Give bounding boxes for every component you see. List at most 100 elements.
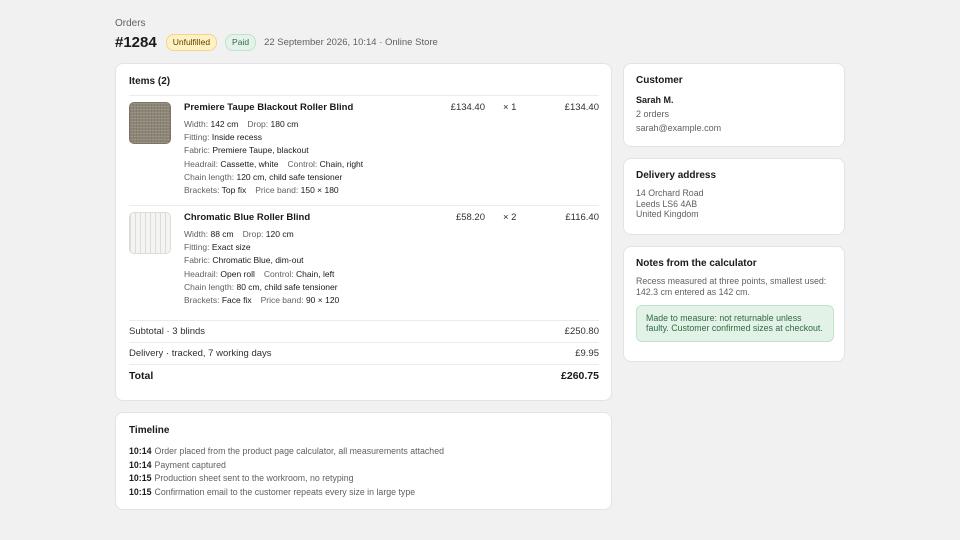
- spec-value: Chromatic Blue, dim-out: [212, 255, 304, 266]
- timeline-event: 10:14 Payment captured: [129, 459, 444, 473]
- spec-value: Inside recess: [211, 132, 262, 143]
- item-line-total: £134.40: [564, 102, 599, 113]
- page-title: #1284: [115, 34, 157, 51]
- total-row: Total £260.75: [129, 370, 599, 382]
- spec-row: Headrail: Open roll Control: Chain, left: [184, 268, 484, 281]
- return-policy-callout: Made to measure: not returnable unless f…: [636, 304, 834, 343]
- notes-title: Notes from the calculator: [636, 258, 757, 269]
- spec-value: 150 × 180: [300, 185, 339, 196]
- customer-name[interactable]: Sarah M.: [636, 93, 834, 107]
- product-thumbnail[interactable]: [129, 102, 171, 144]
- spec-label: Width:: [184, 119, 209, 129]
- event-text: Order placed from the product page calcu…: [154, 446, 444, 456]
- items-card-title: Items (2): [129, 76, 171, 87]
- timeline-list: 10:14 Order placed from the product page …: [129, 445, 444, 499]
- delivery-label: Delivery · tracked, 7 working days: [129, 348, 272, 359]
- line-item: Chromatic Blue Roller Blind £58.20 × 2 £…: [129, 205, 599, 305]
- spec-value: Chain, left: [296, 268, 335, 279]
- spec-value: Exact size: [211, 242, 251, 253]
- item-line-total: £116.40: [565, 212, 599, 223]
- spec-label: Chain length:: [184, 171, 235, 182]
- total-value: £260.75: [561, 370, 599, 382]
- items-card: Items (2) Premiere Taupe Blackout Roller…: [115, 63, 612, 401]
- item-specs: Width: 88 cm Drop: 120 cm Fitting: Exact s…: [184, 228, 484, 307]
- spec-value: 80 cm, child safe tensioner: [236, 281, 338, 292]
- event-time: 10:14: [129, 459, 152, 470]
- event-text: Production sheet sent to the workroom, n…: [154, 473, 354, 483]
- spec-row: Chain length: 80 cm, child safe tensione…: [184, 281, 484, 294]
- timeline-card: Timeline 10:14 Order placed from the prod…: [115, 412, 612, 510]
- divider: [129, 364, 599, 365]
- spec-row: Width: 142 cm Drop: 180 cm: [184, 118, 484, 131]
- spec-value: Open roll: [220, 268, 255, 279]
- item-name[interactable]: Premiere Taupe Blackout Roller Blind: [184, 102, 353, 113]
- timeline-event: 10:15 Production sheet sent to the workro…: [129, 472, 444, 486]
- customer-email[interactable]: sarah@example.com: [636, 121, 834, 135]
- address-line: United Kingdom: [636, 209, 699, 219]
- spec-value: Face fix: [221, 295, 252, 306]
- subtotal-row: Subtotal · 3 blinds £250.80: [129, 326, 599, 337]
- divider: [129, 320, 599, 321]
- spec-label: Headrail:: [184, 158, 219, 169]
- address-line: Leeds LS6 4AB: [636, 198, 698, 209]
- spec-label: Width:: [184, 229, 209, 239]
- spec-row: Brackets: Face fix Price band: 90 × 120: [184, 294, 484, 307]
- subtotal-label: Subtotal · 3 blinds: [129, 326, 206, 337]
- line-item: Premiere Taupe Blackout Roller Blind £13…: [129, 95, 599, 195]
- order-meta: 22 September 2026, 10:14 · Online Store: [264, 37, 438, 48]
- spec-label: Brackets:: [184, 295, 220, 306]
- breadcrumb-orders[interactable]: Orders: [115, 18, 146, 29]
- delivery-row: Delivery · tracked, 7 working days £9.95: [129, 348, 599, 359]
- spec-value: Top fix: [221, 185, 247, 196]
- notes-card: Notes from the calculator Recess measure…: [623, 246, 845, 362]
- spec-label: Fabric:: [184, 255, 210, 266]
- status-badge-paid: Paid: [225, 34, 257, 51]
- spec-row: Fabric: Premiere Taupe, blackout: [184, 144, 484, 157]
- item-quantity: × 1: [503, 102, 517, 113]
- total-label: Total: [129, 370, 154, 382]
- spec-label: Chain length:: [184, 281, 235, 292]
- customer-orders-link[interactable]: 2 orders: [636, 107, 834, 121]
- spec-label: Headrail:: [184, 268, 219, 279]
- delivery-value: £9.95: [575, 348, 599, 359]
- event-time: 10:15: [129, 473, 152, 483]
- delivery-address-card: Delivery address 14 Orchard Road Leeds L…: [623, 158, 845, 235]
- event-time: 10:14: [129, 446, 152, 456]
- item-unit-price: £58.20: [455, 212, 485, 223]
- notes-text: Recess measured at three points, smalles…: [636, 276, 827, 297]
- spec-value: 120 cm, child safe tensioner: [236, 171, 343, 182]
- spec-row: Headrail: Cassette, white Control: Chain,…: [184, 158, 484, 171]
- spec-value: 90 × 120: [305, 295, 340, 306]
- spec-row: Chain length: 120 cm, child safe tension…: [184, 171, 484, 184]
- spec-value: 120 cm: [265, 229, 294, 239]
- timeline-title: Timeline: [129, 425, 170, 436]
- customer-title: Customer: [636, 75, 683, 86]
- spec-label: Drop:: [247, 119, 269, 129]
- spec-value: 88 cm: [210, 229, 234, 239]
- order-header: #1284 Unfulfilled Paid 22 September 2026…: [115, 34, 438, 51]
- address-line: 14 Orchard Road: [636, 188, 704, 198]
- delivery-address-title: Delivery address: [636, 170, 717, 181]
- event-text: Confirmation email to the customer repea…: [154, 486, 416, 497]
- timeline-event: 10:14 Order placed from the product page …: [129, 445, 444, 459]
- spec-label: Control:: [287, 158, 318, 169]
- timeline-event: 10:15 Confirmation email to the customer …: [129, 486, 444, 500]
- spec-value: 180 cm: [270, 119, 299, 129]
- product-thumbnail[interactable]: [129, 212, 171, 254]
- item-name[interactable]: Chromatic Blue Roller Blind: [184, 212, 310, 223]
- spec-row: Fabric: Chromatic Blue, dim-out: [184, 254, 484, 267]
- spec-row: Fitting: Inside recess: [184, 131, 484, 144]
- spec-label: Fitting:: [184, 242, 210, 253]
- event-text: Payment captured: [154, 459, 226, 470]
- item-quantity: × 2: [503, 212, 517, 223]
- spec-label: Fitting:: [184, 132, 210, 143]
- spec-value: Cassette, white: [220, 158, 279, 169]
- spec-label: Price band:: [255, 185, 299, 196]
- spec-row: Width: 88 cm Drop: 120 cm: [184, 228, 484, 241]
- status-badge-unfulfilled: Unfulfilled: [165, 34, 218, 51]
- customer-card: Customer Sarah M. 2 orders sarah@example…: [623, 63, 845, 147]
- event-time: 10:15: [129, 486, 152, 497]
- item-specs: Width: 142 cm Drop: 180 cm Fitting: Inside…: [184, 118, 484, 197]
- spec-label: Price band:: [260, 295, 304, 306]
- subtotal-value: £250.80: [564, 326, 599, 337]
